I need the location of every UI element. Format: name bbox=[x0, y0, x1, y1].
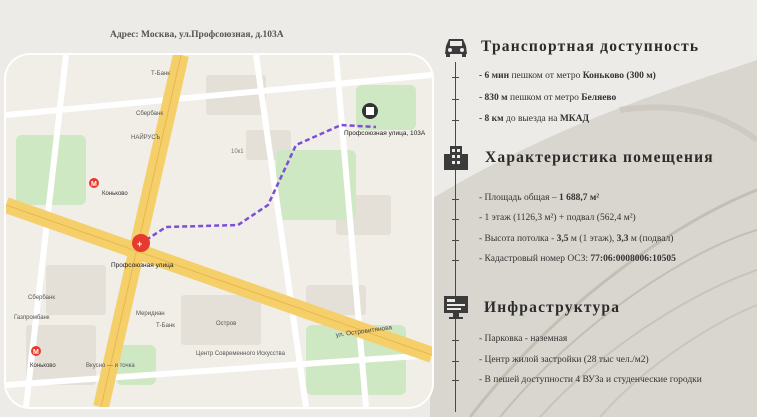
start-label: Профсоюзная улица bbox=[111, 262, 174, 269]
tick bbox=[452, 99, 459, 100]
premises-area: - Площадь общая – 1 688,7 м² bbox=[479, 193, 600, 203]
tick bbox=[452, 361, 459, 362]
start-pin-icon[interactable]: + bbox=[132, 234, 150, 252]
svg-text:М: М bbox=[33, 349, 39, 356]
section-divider-line bbox=[455, 62, 456, 412]
metro-icon: М bbox=[89, 178, 99, 188]
poi-sber2: Сбербанк bbox=[136, 111, 163, 117]
svg-text:М: М bbox=[91, 181, 97, 188]
poi-tbank: Т-Банк bbox=[151, 71, 170, 77]
metro-konkovo-label: Коньково bbox=[102, 191, 128, 197]
tick bbox=[452, 260, 459, 261]
infra-item-2: - Центр жилой застройки (28 тыс чел./м2) bbox=[479, 355, 649, 365]
transport-item-3: - 8 км до выезда на МКАД bbox=[479, 114, 590, 124]
svg-text:+: + bbox=[137, 239, 142, 249]
poi-tbank2: Т-Банк bbox=[156, 323, 175, 329]
pin-label: Профсоюзная улица, 103А bbox=[344, 130, 426, 137]
transport-title: Транспортная доступность bbox=[481, 38, 700, 55]
metro-konkovo2-label: Коньково bbox=[30, 363, 56, 369]
poi-gazprom: Газпромбанк bbox=[14, 315, 50, 321]
tick bbox=[452, 340, 459, 341]
poi-centre: Центр Современного Искусства bbox=[196, 351, 286, 357]
tick bbox=[452, 380, 459, 381]
premises-cadastre: - Кадастровый номер ОСЗ: 77:06:0008006:1… bbox=[479, 254, 676, 264]
house-number: 10к1 bbox=[231, 149, 244, 155]
building-icon bbox=[444, 146, 468, 170]
address-label: Адрес: Москва, ул.Профсоюзная, д.103А bbox=[110, 30, 284, 40]
car-icon bbox=[445, 39, 467, 57]
tick bbox=[452, 77, 459, 78]
monitor-icon bbox=[444, 296, 468, 319]
poi-ostrov: Остров bbox=[216, 321, 236, 327]
poi-vkusno: Вкусно — и точка bbox=[86, 363, 135, 369]
tick bbox=[452, 240, 459, 241]
poi-meridian: Меридиан bbox=[136, 311, 165, 317]
premises-title: Характеристика помещения bbox=[485, 149, 714, 166]
transport-item-1: - 6 мин пешком от метро Коньково (300 м) bbox=[479, 71, 656, 81]
tick bbox=[452, 199, 459, 200]
destination-pin-icon[interactable] bbox=[362, 103, 378, 119]
infra-title: Инфраструктура bbox=[484, 299, 621, 316]
location-map[interactable]: М Коньково М Коньково Профсоюзная улица,… bbox=[6, 55, 432, 407]
infra-item-3: - В пешей доступности 4 ВУЗа и студенчес… bbox=[479, 375, 702, 385]
infra-item-1: - Парковка - наземная bbox=[479, 334, 568, 344]
transport-item-2: - 830 м пешком от метро Беляево bbox=[479, 93, 617, 103]
premises-height: - Высота потолка - 3,5 м (1 этаж), 3,3 м… bbox=[479, 234, 674, 244]
metro-icon: М bbox=[31, 346, 41, 356]
poi-sber: Сбербанк bbox=[28, 295, 55, 301]
poi-nayrus: НАЙРУСЪ bbox=[131, 133, 160, 141]
tick bbox=[452, 219, 459, 220]
premises-floors: - 1 этаж (1126,3 м²) + подвал (562,4 м²) bbox=[479, 213, 636, 223]
tick bbox=[452, 120, 459, 121]
